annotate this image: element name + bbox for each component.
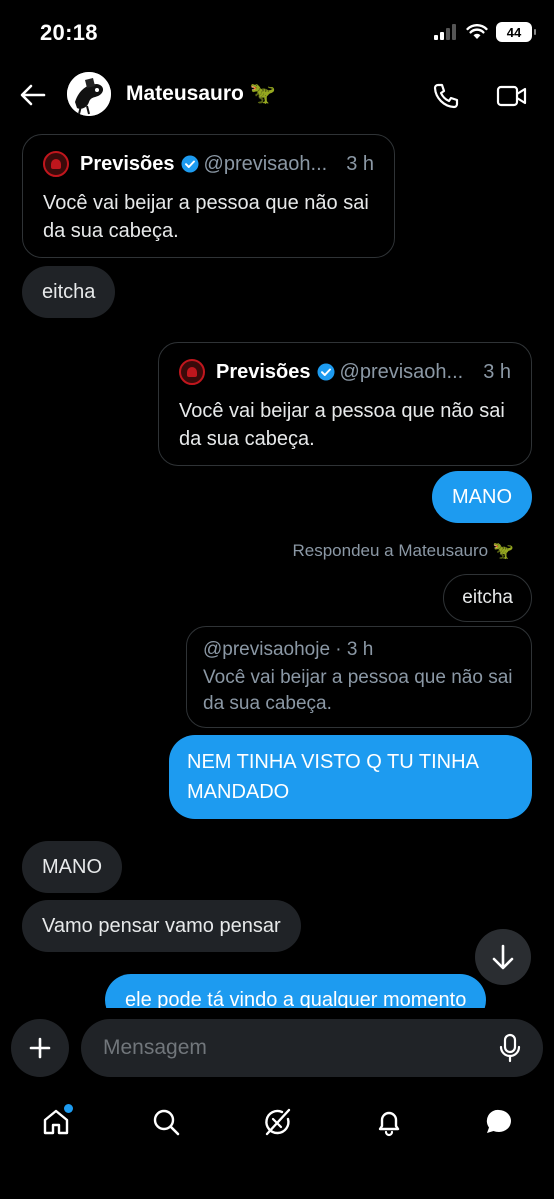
author-avatar [43, 151, 69, 177]
video-call-button[interactable] [492, 78, 532, 114]
tab-grok[interactable] [252, 1102, 302, 1142]
shared-post-card[interactable]: @previsaohoje · 3 h Você vai beijar a pe… [186, 626, 532, 728]
shared-post-text: Você vai beijar a pessoa que não sai da … [203, 667, 513, 714]
message-bubble-incoming[interactable]: Vamo pensar vamo pensar [22, 900, 301, 952]
shared-post-card[interactable]: Previsões @previsaoh... 3 h Você vai bei… [22, 134, 395, 258]
shared-post-header: Previsões @previsaoh... 3 h [43, 151, 374, 177]
status-bar: 20:18 44 [0, 0, 554, 66]
verified-badge-icon [181, 155, 199, 173]
message-bubble-incoming[interactable]: eitcha [22, 266, 116, 318]
message-bubble-outgoing[interactable]: NEM TINHA VISTO Q TU TINHA MANDADO [169, 735, 532, 819]
replied-message-preview[interactable]: eitcha [443, 574, 532, 622]
bell-icon [378, 1111, 400, 1137]
battery-indicator: 44 [496, 22, 536, 42]
voice-call-button[interactable] [428, 78, 464, 114]
shared-post-text: Você vai beijar a pessoa que não sai da … [43, 192, 369, 242]
verified-badge-icon [317, 363, 335, 381]
author-name: Previsões [80, 152, 175, 175]
phone-icon [433, 83, 459, 109]
avatar-image [67, 72, 111, 116]
wifi-icon [466, 24, 488, 39]
tab-home[interactable] [31, 1102, 81, 1142]
add-attachment-button[interactable] [11, 1019, 69, 1077]
chat-bubble-icon [486, 1109, 511, 1133]
shared-post-header: Previsões @previsaoh... 3 h [179, 359, 511, 385]
tab-notifications[interactable] [364, 1102, 414, 1142]
author-avatar [179, 359, 205, 385]
shared-post-text: Você vai beijar a pessoa que não sai da … [179, 400, 505, 450]
message-bubble-outgoing[interactable]: MANO [432, 471, 532, 523]
scroll-to-bottom-button[interactable] [475, 929, 531, 985]
video-camera-icon [496, 85, 527, 107]
signal-icon [434, 24, 456, 40]
post-time: 3 h [483, 360, 511, 383]
shared-post-card[interactable]: Previsões @previsaoh... 3 h Você vai bei… [158, 342, 532, 466]
conversation-header: Mateusauro 🦖 [0, 66, 554, 124]
post-time: 3 h [346, 152, 374, 175]
message-input[interactable] [81, 1019, 543, 1077]
plus-icon [29, 1037, 51, 1059]
microphone-icon [499, 1033, 521, 1063]
contact-name[interactable]: Mateusauro 🦖 [126, 82, 276, 106]
arrow-left-icon [20, 84, 46, 106]
author-handle-time: @previsaohoje · 3 h [203, 639, 374, 660]
back-button[interactable] [16, 78, 50, 112]
author-handle: @previsaoh... [339, 360, 464, 383]
message-bubble-outgoing[interactable]: ele pode tá vindo a qualquer momento [105, 974, 487, 1008]
status-icons: 44 [434, 22, 536, 42]
search-icon [153, 1109, 180, 1136]
author-name: Previsões [216, 360, 311, 383]
message-list[interactable]: Previsões @previsaoh... 3 h Você vai bei… [0, 124, 554, 1008]
tab-messages[interactable] [474, 1102, 524, 1142]
message-bubble-incoming[interactable]: MANO [22, 841, 122, 893]
arrow-down-icon [492, 944, 514, 970]
tab-search[interactable] [141, 1102, 191, 1142]
bottom-tab-bar [0, 1088, 554, 1199]
notification-dot [64, 1104, 73, 1113]
grok-icon [265, 1108, 291, 1136]
status-time: 20:18 [40, 20, 98, 45]
voice-message-button[interactable] [494, 1032, 526, 1064]
message-composer [0, 1008, 554, 1088]
author-handle: @previsaoh... [203, 152, 328, 175]
contact-avatar[interactable] [67, 72, 111, 116]
reply-context-label: Respondeu a Mateusauro 🦖 [292, 541, 514, 560]
